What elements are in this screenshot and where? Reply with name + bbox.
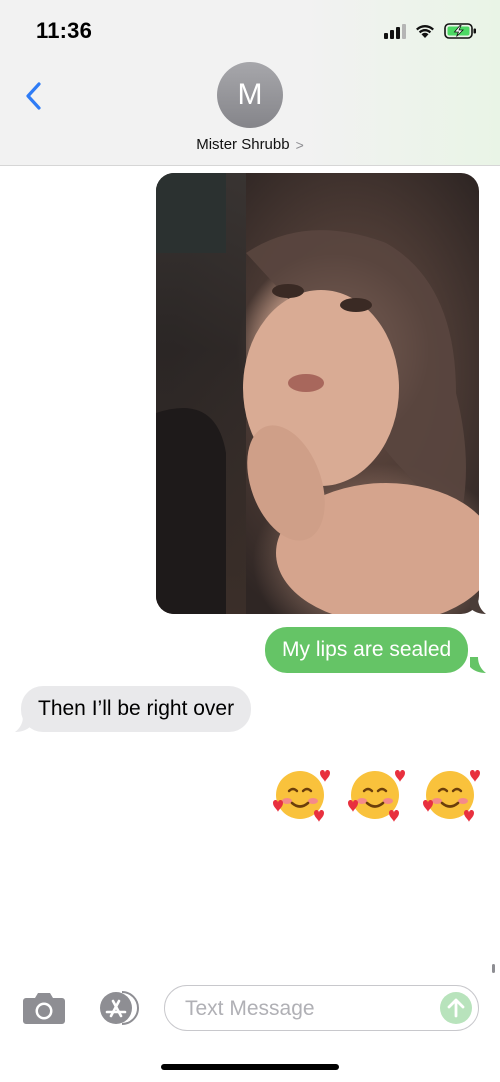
- message-text: My lips are sealed: [282, 638, 452, 661]
- avatar[interactable]: M: [217, 62, 283, 128]
- emoji-message[interactable]: [270, 760, 480, 826]
- smiling-face-with-hearts-icon: [348, 770, 405, 822]
- message-input-field[interactable]: [164, 985, 479, 1031]
- message-bubble-received[interactable]: Then I’ll be right over: [21, 686, 252, 732]
- status-icons: [384, 20, 478, 42]
- camera-icon: [23, 993, 65, 1024]
- smiling-face-with-hearts-icon: [423, 770, 480, 822]
- status-time: 11:36: [36, 18, 93, 43]
- smiling-face-with-hearts-icon: [273, 770, 330, 822]
- wifi-icon: [416, 25, 434, 38]
- contact-info[interactable]: M Mister Shrubb >: [0, 62, 500, 158]
- photo-bubble-tail: [470, 598, 486, 614]
- scrollbar[interactable]: [492, 964, 495, 973]
- contact-name: Mister Shrubb: [196, 136, 290, 153]
- message-input[interactable]: [183, 995, 423, 1023]
- received-bubble-tail: [15, 716, 31, 732]
- contact-name-row[interactable]: Mister Shrubb >: [196, 136, 304, 153]
- photo-message[interactable]: [156, 173, 479, 614]
- message-bubble-sent[interactable]: My lips are sealed: [265, 627, 469, 673]
- app-store-icon: [100, 991, 139, 1025]
- app-store-button[interactable]: [94, 990, 140, 1026]
- send-button[interactable]: [440, 992, 472, 1024]
- chevron-right-icon: >: [295, 136, 304, 153]
- arrow-up-icon: [447, 998, 465, 1018]
- message-text: Then I’ll be right over: [38, 697, 235, 720]
- avatar-initial: M: [237, 78, 263, 111]
- conversation-header: 11:36 M Mister Shrubb >: [0, 0, 500, 166]
- cellular-signal-icon: [384, 23, 406, 39]
- photo-subject: [156, 230, 479, 614]
- battery-charging-icon: [444, 23, 476, 39]
- camera-button[interactable]: [22, 990, 66, 1026]
- sent-bubble-tail: [470, 657, 486, 673]
- home-indicator[interactable]: [161, 1064, 339, 1070]
